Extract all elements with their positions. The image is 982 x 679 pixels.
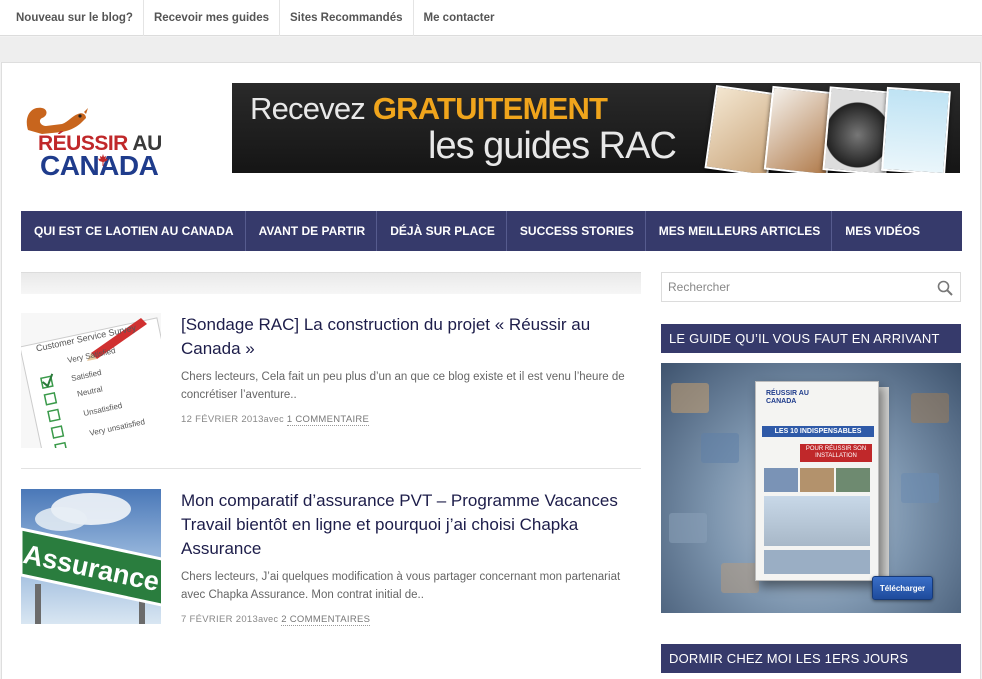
post-comments-link[interactable]: 1 COMMENTAIRE bbox=[286, 414, 370, 426]
main-nav: QUI EST CE LAOTIEN AU CANADA AVANT DE PA… bbox=[21, 211, 962, 251]
download-button[interactable]: Télécharger bbox=[872, 576, 933, 600]
post-item: Customer Service Survey Very Satisfied S… bbox=[21, 313, 641, 453]
post-avec: avec bbox=[263, 414, 284, 424]
post-excerpt: Chers lecteurs, J’ai quelques modificati… bbox=[181, 571, 621, 601]
search-icon[interactable] bbox=[936, 279, 954, 297]
top-menu-item-contact[interactable]: Me contacter bbox=[414, 0, 505, 36]
post-thumbnail-assurance[interactable]: Assurance bbox=[21, 489, 161, 624]
nav-item-avant-de-partir[interactable]: AVANT DE PARTIR bbox=[246, 211, 378, 251]
banner-line1: Recevez GRATUITEMENT bbox=[250, 91, 608, 127]
nav-item-deja-sur-place[interactable]: DÉJÀ SUR PLACE bbox=[377, 211, 507, 251]
post-meta: 7 FÉVRIER 2013avec 2 COMMENTAIRES bbox=[181, 614, 371, 626]
nav-item-videos[interactable]: MES VIDÉOS bbox=[832, 211, 931, 251]
guide-box-title: LES 10 INDISPENSABLES bbox=[762, 426, 874, 437]
post-comments-link[interactable]: 2 COMMENTAIRES bbox=[281, 614, 371, 626]
guide-bg-tile bbox=[901, 473, 939, 503]
nav-item-qui-est[interactable]: QUI EST CE LAOTIEN AU CANADA bbox=[21, 211, 246, 251]
content-top-strip bbox=[21, 272, 641, 294]
guide-box-photo-1 bbox=[764, 468, 798, 492]
guide-box-side bbox=[879, 387, 889, 579]
guide-box-photo-5 bbox=[764, 550, 870, 574]
guide-bg-tile bbox=[701, 433, 739, 463]
maple-leaf-icon bbox=[98, 154, 108, 166]
site-logo[interactable]: RÉUSSIR AU CANADA bbox=[22, 100, 167, 182]
top-bar: Nouveau sur le blog? Recevoir mes guides… bbox=[0, 0, 982, 36]
banner-highlight: GRATUITEMENT bbox=[372, 91, 608, 126]
guides-banner[interactable]: Recevez GRATUITEMENT les guides RAC bbox=[232, 83, 960, 173]
post-date: 12 FÉVRIER 2013 bbox=[181, 414, 264, 425]
post-avec: avec bbox=[258, 614, 279, 624]
guide-promo-image[interactable]: RÉUSSIR AU CANADA LES 10 INDISPENSABLES … bbox=[661, 363, 961, 613]
banner-prefix: Recevez bbox=[250, 91, 373, 126]
top-menu-item-guides[interactable]: Recevoir mes guides bbox=[144, 0, 280, 36]
guide-bg-tile bbox=[721, 563, 759, 593]
post-title[interactable]: Mon comparatif d’assurance PVT – Program… bbox=[181, 489, 641, 561]
post-thumbnail-survey[interactable]: Customer Service Survey Very Satisfied S… bbox=[21, 313, 161, 448]
page-container: RÉUSSIR AU CANADA Recevez GRATUITEMENT l… bbox=[1, 62, 981, 679]
search-box bbox=[661, 272, 961, 302]
guide-box-photo-4 bbox=[764, 496, 870, 546]
post-item: Assurance Mon comparatif d’assurance PVT… bbox=[21, 489, 641, 629]
post-title[interactable]: [Sondage RAC] La construction du projet … bbox=[181, 313, 641, 361]
post-divider bbox=[21, 468, 641, 469]
header-strip bbox=[0, 37, 982, 62]
widget-title-guide: LE GUIDE QU’IL VOUS FAUT EN ARRIVANT bbox=[661, 324, 961, 353]
banner-line2: les guides RAC bbox=[428, 125, 677, 167]
top-menu-item-sites[interactable]: Sites Recommandés bbox=[280, 0, 414, 36]
guide-box-photo-3 bbox=[836, 468, 870, 492]
guide-bg-tile bbox=[669, 513, 707, 543]
top-menu-item-nouveau[interactable]: Nouveau sur le blog? bbox=[6, 0, 144, 36]
post-date: 7 FÉVRIER 2013 bbox=[181, 614, 259, 625]
widget-title-dormir: DORMIR CHEZ MOI LES 1ERS JOURS bbox=[661, 644, 961, 673]
guide-box-photo-2 bbox=[800, 468, 834, 492]
guide-bg-tile bbox=[671, 383, 709, 413]
nav-item-meilleurs-articles[interactable]: MES MEILLEURS ARTICLES bbox=[646, 211, 833, 251]
guide-bg-tile bbox=[911, 393, 949, 423]
top-menu: Nouveau sur le blog? Recevoir mes guides… bbox=[0, 0, 982, 36]
guide-box-logo: RÉUSSIR AU CANADA bbox=[766, 390, 809, 405]
nav-item-success-stories[interactable]: SUCCESS STORIES bbox=[507, 211, 646, 251]
guide-box: RÉUSSIR AU CANADA LES 10 INDISPENSABLES … bbox=[755, 381, 879, 581]
search-input[interactable] bbox=[662, 273, 930, 301]
post-excerpt: Chers lecteurs, Cela fait un peu plus d’… bbox=[181, 371, 625, 401]
guide-box-sub: POUR RÉUSSIR SON INSTALLATION bbox=[800, 444, 872, 462]
banner-book-4 bbox=[881, 86, 951, 173]
post-meta: 12 FÉVRIER 2013avec 1 COMMENTAIRE bbox=[181, 414, 370, 426]
